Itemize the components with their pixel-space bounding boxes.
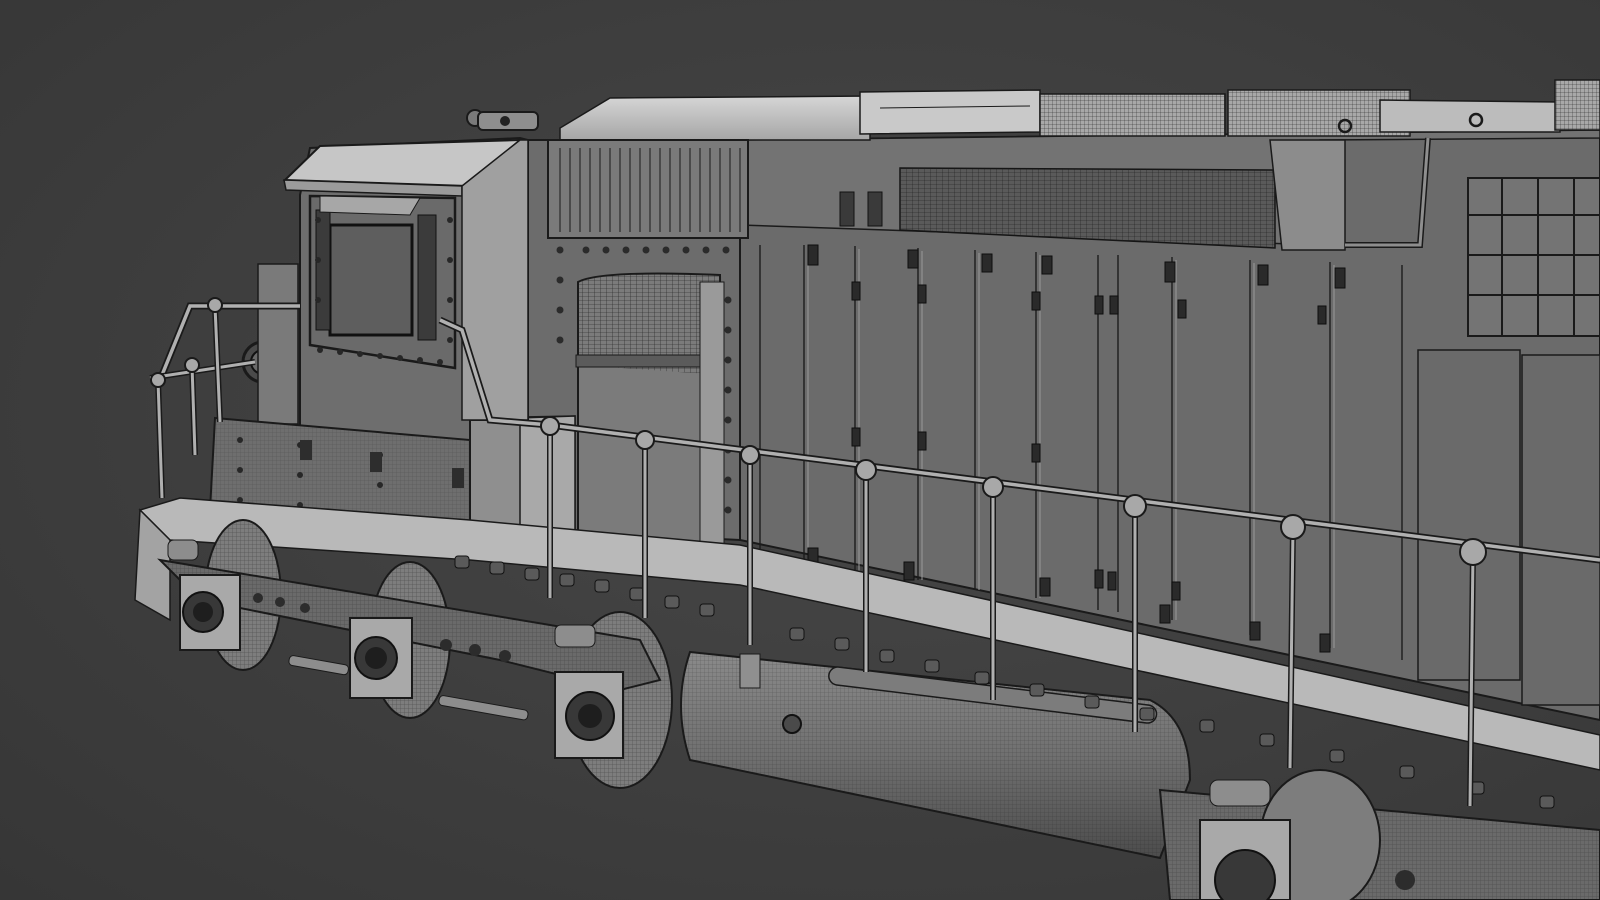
front-grille [547,139,749,239]
cab-window [328,223,414,337]
locomotive-model [134,79,1600,900]
render-viewport [0,0,1600,900]
axle-box-3 [554,671,624,759]
fuel-tank [680,650,1192,860]
cab [241,109,539,457]
grille-end-cap [1269,139,1346,251]
radiator-screen [1467,177,1600,337]
cooling-fan-1 [1039,93,1226,137]
axle-box-2 [349,617,413,699]
rear-truck [1158,769,1600,900]
switch-2 [867,191,883,227]
axle-box-1 [179,574,241,651]
switch-1 [839,191,855,227]
